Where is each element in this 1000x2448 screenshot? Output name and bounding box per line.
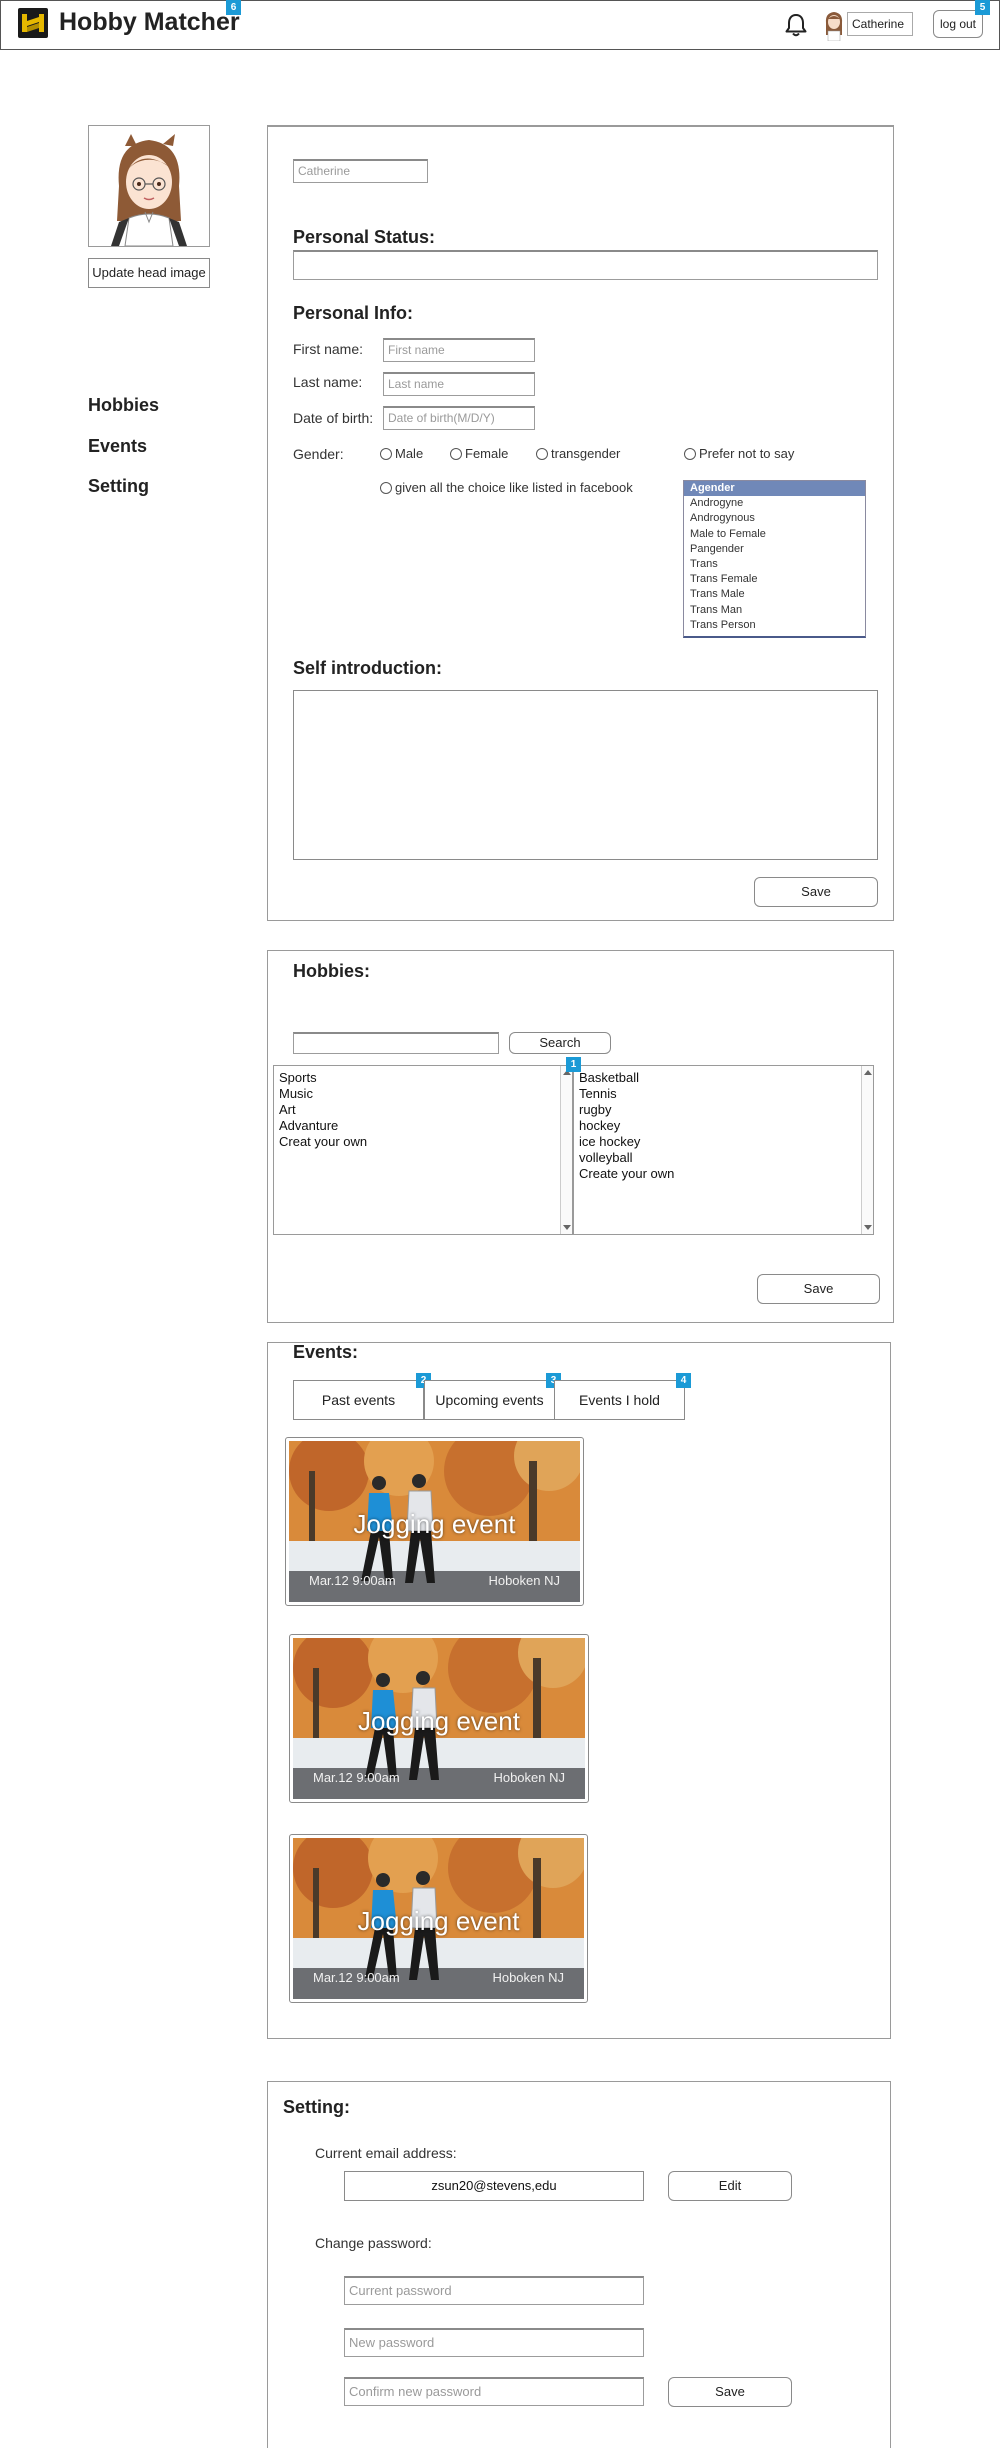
events-heading: Events: xyxy=(293,1342,359,1362)
list-item[interactable]: Advanture xyxy=(276,1118,572,1134)
gender-option-female[interactable]: Female xyxy=(450,446,508,461)
event-photo: Jogging event Mar.12 9:00am Hoboken NJ xyxy=(293,1838,584,1999)
confirm-password-field[interactable]: Confirm new password xyxy=(344,2377,644,2406)
list-item[interactable]: rugby xyxy=(576,1102,873,1118)
dob-field[interactable]: Date of birth(M/D/Y) xyxy=(383,406,535,430)
list-item[interactable]: Creat your own xyxy=(276,1134,572,1150)
logout-badge: 5 xyxy=(975,0,990,15)
category-scrollbar[interactable] xyxy=(560,1066,572,1234)
profile-image xyxy=(88,125,210,247)
username-field[interactable]: Catherine xyxy=(293,159,428,183)
setting-heading: Setting: xyxy=(283,2097,350,2117)
gender-list-item[interactable]: Trans Person xyxy=(684,618,865,633)
event-title: Jogging event xyxy=(357,1906,520,1936)
logo-icon[interactable] xyxy=(18,8,48,38)
sidebar-item-hobbies[interactable]: Hobbies xyxy=(88,395,159,416)
update-head-image-button[interactable]: Update head image xyxy=(88,258,210,288)
gender-list-item[interactable]: Trans Male xyxy=(684,587,865,602)
list-item[interactable]: Basketball xyxy=(576,1070,873,1086)
event-card[interactable]: Jogging event Mar.12 9:00am Hoboken NJ xyxy=(289,1634,589,1803)
radio-female[interactable] xyxy=(450,448,462,460)
gender-option-prefer-not[interactable]: Prefer not to say xyxy=(684,446,794,461)
list-item[interactable]: Create your own xyxy=(576,1166,873,1182)
first-name-label: First name: xyxy=(293,341,364,357)
list-item[interactable]: ice hockey xyxy=(576,1134,873,1150)
event-title: Jogging event xyxy=(358,1706,520,1736)
hobby-subitem-list[interactable]: Basketball Tennis rugby hockey ice hocke… xyxy=(573,1065,874,1235)
first-name-field[interactable]: First name xyxy=(383,338,535,362)
list-item[interactable]: hockey xyxy=(576,1118,873,1134)
last-name-label: Last name: xyxy=(293,374,363,390)
event-location: Hoboken NJ xyxy=(493,1770,565,1785)
radio-prefer-not[interactable] xyxy=(684,448,696,460)
tab-upcoming-events[interactable]: Upcoming events xyxy=(424,1380,555,1420)
password-label: Change password: xyxy=(315,2235,432,2251)
tab-events-i-hold-badge: 4 xyxy=(676,1373,691,1388)
list-item[interactable]: volleyball xyxy=(576,1150,873,1166)
subitem-list-badge: 1 xyxy=(566,1057,581,1072)
personal-info-heading: Personal Info: xyxy=(293,303,414,323)
gender-list-item[interactable]: Pangender xyxy=(684,542,865,557)
list-item[interactable]: Sports xyxy=(276,1070,572,1086)
event-card[interactable]: Jogging event Mar.12 9:00am Hoboken NJ xyxy=(285,1437,584,1606)
hobbies-heading: Hobbies: xyxy=(293,961,371,981)
event-photo: Jogging event Mar.12 9:00am Hoboken NJ xyxy=(289,1441,580,1602)
event-date: Mar.12 9:00am xyxy=(313,1970,400,1985)
event-location: Hoboken NJ xyxy=(492,1970,564,1985)
gender-option-transgender[interactable]: transgender xyxy=(536,446,620,461)
hobbies-save-button[interactable]: Save xyxy=(757,1274,880,1304)
gender-option-male[interactable]: Male xyxy=(380,446,423,461)
event-date: Mar.12 9:00am xyxy=(309,1573,396,1588)
sidebar-item-setting[interactable]: Setting xyxy=(88,476,149,497)
last-name-field[interactable]: Last name xyxy=(383,372,535,396)
avatar[interactable] xyxy=(822,9,846,41)
tab-events-i-hold[interactable]: Events I hold xyxy=(554,1380,685,1420)
tab-past-events[interactable]: Past events xyxy=(293,1380,424,1420)
email-edit-button[interactable]: Edit xyxy=(668,2171,792,2201)
sidebar-item-events[interactable]: Events xyxy=(88,436,147,457)
radio-transgender[interactable] xyxy=(536,448,548,460)
setting-save-button[interactable]: Save xyxy=(668,2377,792,2407)
event-date: Mar.12 9:00am xyxy=(313,1770,400,1785)
hobby-search-button[interactable]: Search xyxy=(509,1032,611,1054)
gender-option-facebook[interactable]: given all the choice like listed in face… xyxy=(380,480,633,495)
current-password-field[interactable]: Current password xyxy=(344,2276,644,2305)
new-password-field[interactable]: New password xyxy=(344,2328,644,2357)
self-intro-textarea[interactable] xyxy=(293,690,878,860)
gender-list-item[interactable]: Androgyne xyxy=(684,496,865,511)
self-intro-heading: Self introduction: xyxy=(293,658,442,678)
event-title: Jogging event xyxy=(353,1509,516,1539)
event-location: Hoboken NJ xyxy=(488,1573,560,1588)
radio-facebook[interactable] xyxy=(380,482,392,494)
radio-male[interactable] xyxy=(380,448,392,460)
gender-list-item[interactable]: Trans xyxy=(684,557,865,572)
gender-list-item[interactable]: Trans Man xyxy=(684,603,865,618)
gender-list-item[interactable]: Male to Female xyxy=(684,527,865,542)
bell-icon[interactable] xyxy=(784,12,808,38)
user-name[interactable]: Catherine xyxy=(847,12,913,36)
subitem-scrollbar[interactable] xyxy=(861,1066,873,1234)
personal-info-save-button[interactable]: Save xyxy=(754,877,878,907)
email-label: Current email address: xyxy=(315,2145,457,2161)
dob-label: Date of birth: xyxy=(293,410,374,426)
title-badge: 6 xyxy=(226,0,241,15)
personal-status-heading: Personal Status: xyxy=(293,227,436,247)
gender-label: Gender: xyxy=(293,446,344,462)
list-item[interactable]: Art xyxy=(276,1102,572,1118)
email-field[interactable]: zsun20@stevens,edu xyxy=(344,2171,644,2201)
gender-list-item[interactable]: Agender xyxy=(684,481,865,497)
event-card[interactable]: Jogging event Mar.12 9:00am Hoboken NJ xyxy=(289,1834,588,2003)
gender-list-item[interactable]: Trans Female xyxy=(684,572,865,587)
hobby-search-input[interactable] xyxy=(293,1032,499,1054)
app-title: Hobby Matcher xyxy=(59,8,240,36)
gender-list-item[interactable]: Androgynous xyxy=(684,511,865,526)
event-photo: Jogging event Mar.12 9:00am Hoboken NJ xyxy=(293,1638,585,1799)
personal-status-input[interactable] xyxy=(293,250,878,280)
hobby-category-list[interactable]: Sports Music Art Advanture Creat your ow… xyxy=(273,1065,573,1235)
list-item[interactable]: Tennis xyxy=(576,1086,873,1102)
list-item[interactable]: Music xyxy=(276,1086,572,1102)
gender-listbox[interactable]: Agender Androgyne Androgynous Male to Fe… xyxy=(683,480,866,638)
